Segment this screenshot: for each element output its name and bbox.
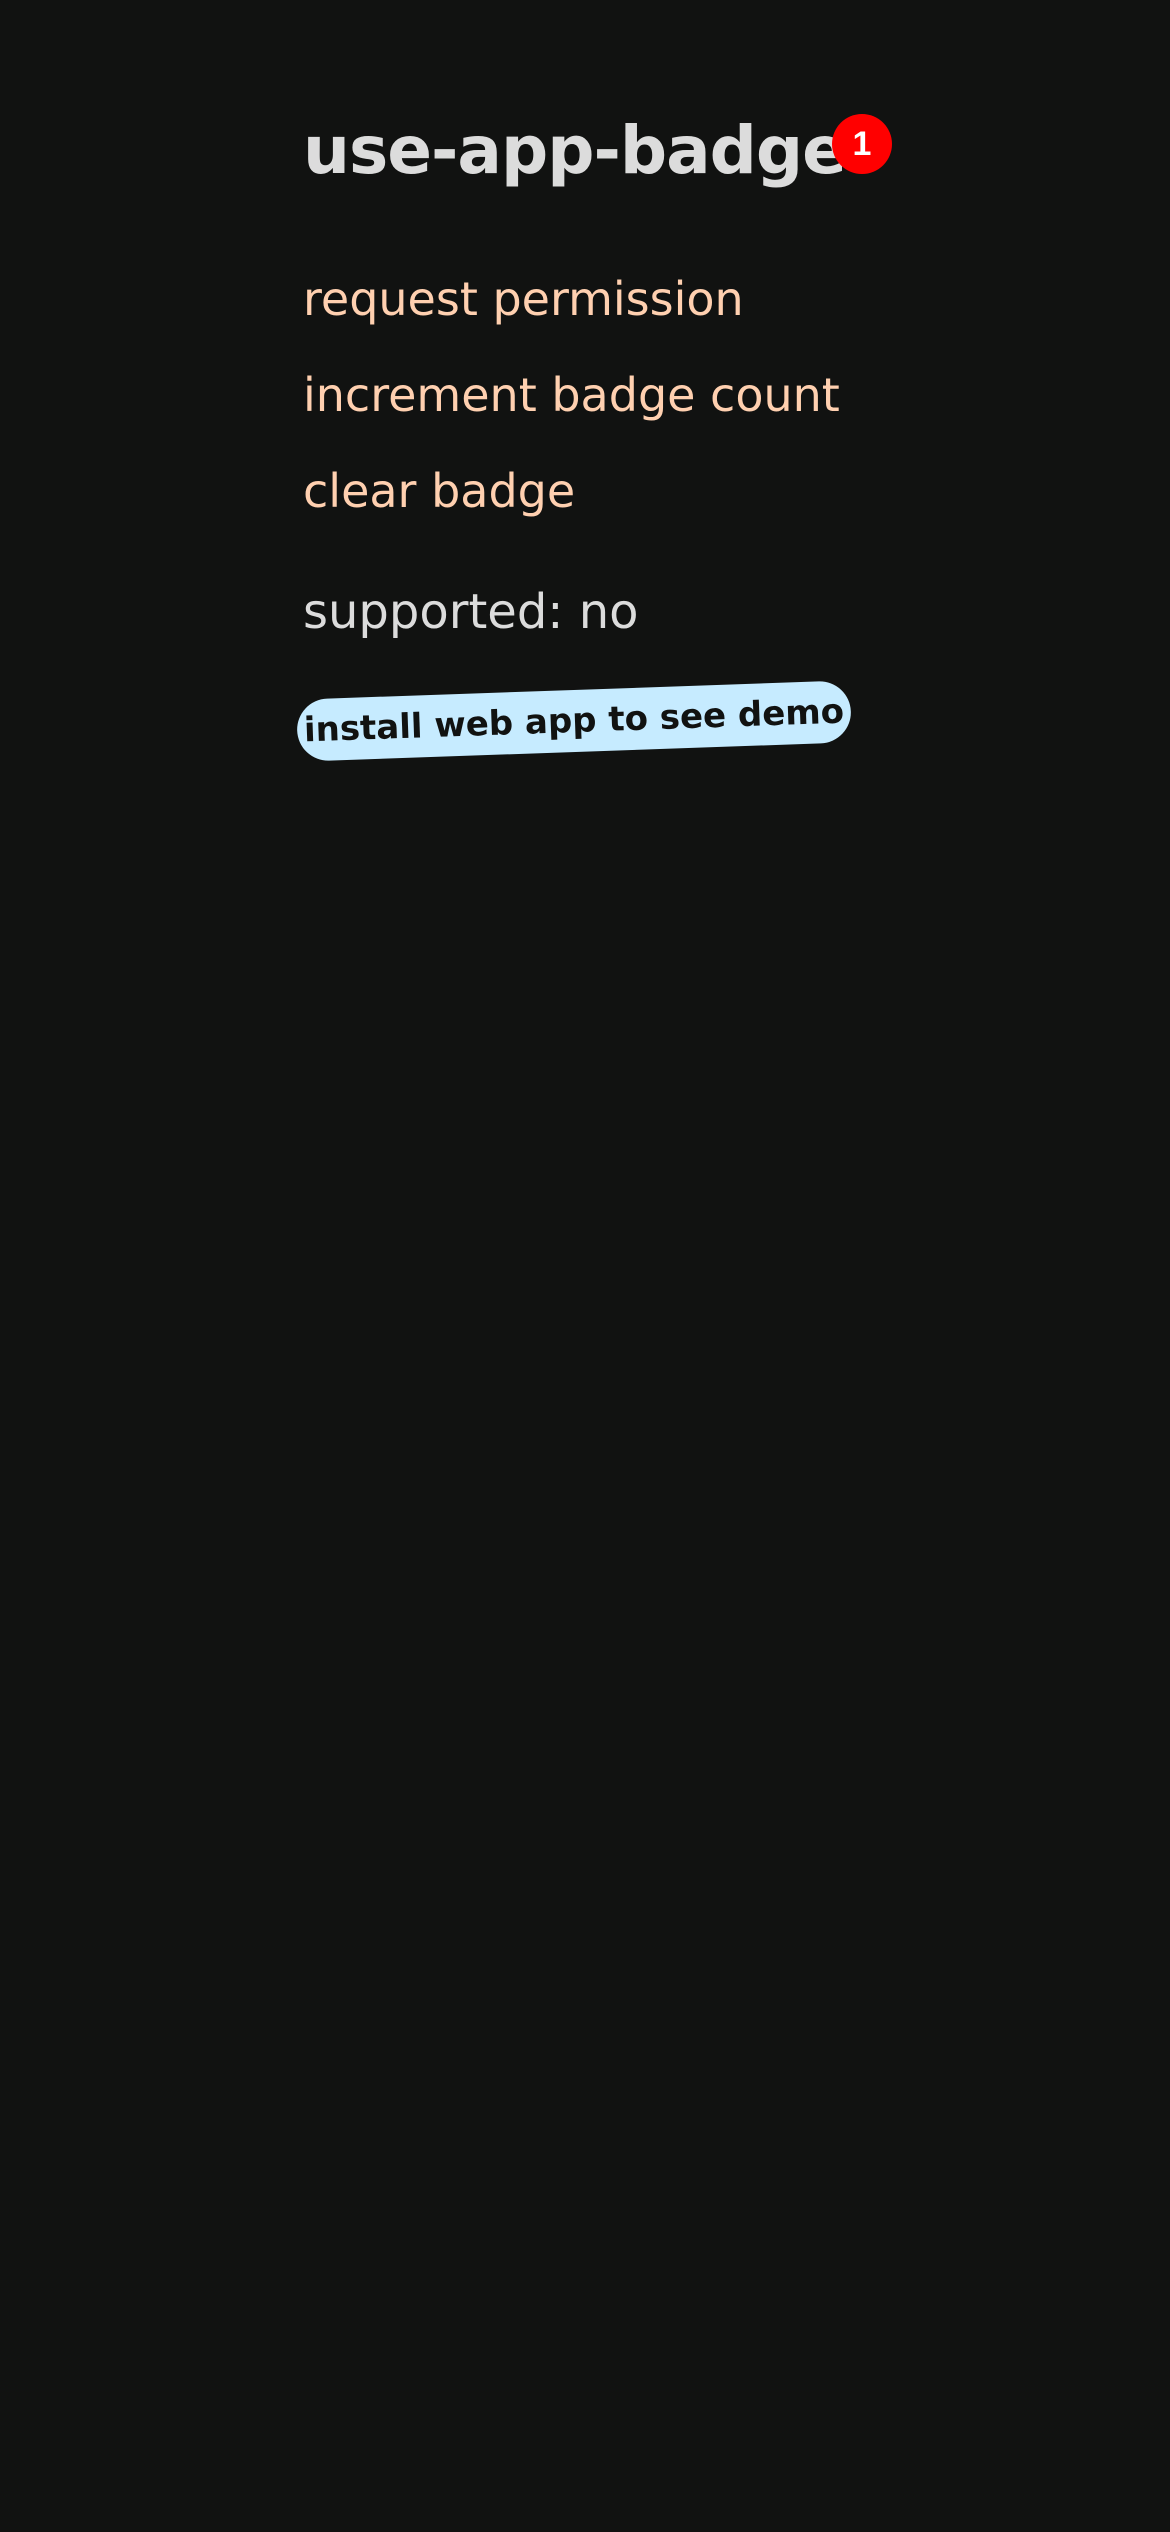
supported-status: supported: no — [303, 584, 639, 640]
increment-badge-count-button[interactable]: increment badge count — [303, 372, 840, 418]
notification-badge: 1 — [832, 114, 892, 174]
clear-badge-button[interactable]: clear badge — [303, 468, 575, 514]
request-permission-button[interactable]: request permission — [303, 276, 744, 322]
install-notice-pill: install web app to see demo — [296, 680, 852, 762]
page-title: use-app-badge — [303, 112, 847, 189]
page-header: use-app-badge 1 — [303, 112, 892, 189]
